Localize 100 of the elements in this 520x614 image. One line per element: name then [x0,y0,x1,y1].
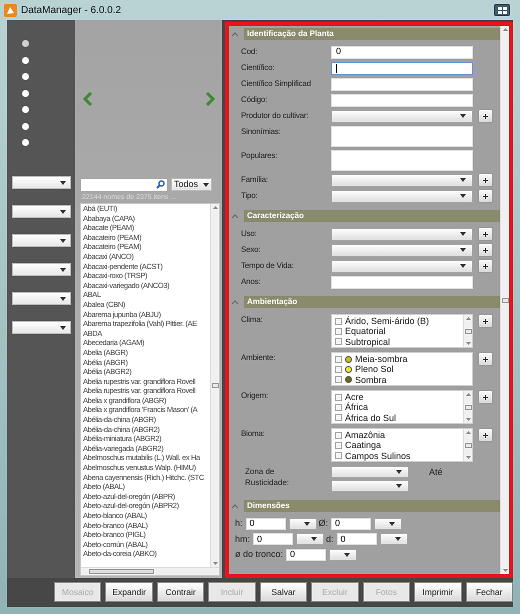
dropdown[interactable] [296,533,324,546]
radio-button[interactable] [22,90,29,96]
scrollbar[interactable] [463,391,472,423]
collapse-icon[interactable] [229,300,241,304]
field-label: Produtor do cultivar: [241,110,310,122]
filter-dropdown[interactable] [12,263,71,276]
number-field[interactable]: 0 [331,518,372,530]
dropdown-caret-icon [344,552,350,557]
section-header[interactable]: Identificação da Planta [244,28,500,40]
action-button[interactable]: Fechar [466,582,513,602]
checklist[interactable]: Amazônia Caatinga Campos Sulinos [331,428,473,462]
scroll-down-icon [212,562,218,565]
checklist[interactable]: Árido, Semi-árido (B) Equatorial Subtropical [331,314,473,348]
field-label: Clima: [241,314,264,326]
dropdown-caret-icon [60,238,66,242]
dropdown[interactable] [329,548,358,561]
add-button[interactable] [478,390,493,404]
checkbox[interactable] [335,366,342,373]
section-header[interactable]: Dimensões [244,500,500,512]
collapse-icon[interactable] [229,32,241,36]
checkbox[interactable] [335,394,342,401]
plus-icon [483,264,488,268]
checkbox[interactable] [335,376,342,384]
number-field[interactable]: 0 [286,548,326,561]
radio-button[interactable] [22,122,29,130]
number-field[interactable]: 0 [246,518,286,530]
scrollbar[interactable] [463,429,472,461]
checklist[interactable]: Acre África África do Sul [331,390,473,424]
window-button[interactable] [494,4,510,16]
dimension-label: h: [235,517,243,530]
checkbox[interactable] [335,328,342,335]
add-button[interactable] [478,109,493,123]
number-field[interactable]: 0 [336,533,377,546]
dropdown[interactable] [288,518,317,530]
number-field[interactable]: 0 [253,533,294,546]
checkbox[interactable] [335,404,342,411]
scrollbar[interactable] [500,26,509,574]
section-header[interactable]: Ambientação [244,296,500,308]
checkbox[interactable] [335,338,342,346]
radio-button[interactable] [22,40,29,47]
search-field[interactable] [81,178,167,190]
collapse-icon[interactable] [229,504,241,508]
field-label: Anos: [241,276,262,288]
scroll-thumb[interactable] [464,442,472,448]
option-label: África do Sul [345,412,396,423]
dropdown-caret-icon [60,268,66,272]
add-button[interactable] [478,352,493,366]
radio-button[interactable] [22,139,29,146]
text-area[interactable] [331,150,473,171]
dropdown-caret-icon [396,470,402,474]
field-label: Bioma: [241,428,266,440]
text-field[interactable]: 0 [331,46,473,58]
field-label: Tipo: [241,190,258,202]
filter-dropdown[interactable] [12,176,71,189]
action-button[interactable]: Contrair [156,582,204,602]
add-button[interactable] [478,259,493,273]
radio-button[interactable] [22,106,29,113]
add-button[interactable] [478,189,493,203]
option-label: Subtropical [345,336,390,347]
action-button[interactable]: Expandir [105,582,153,602]
scroll-thumb[interactable] [464,328,472,334]
checkbox[interactable] [335,442,342,449]
add-button[interactable] [478,227,493,241]
checkbox[interactable] [335,318,342,325]
filter-dropdown[interactable] [12,321,71,334]
radio-button[interactable] [22,56,29,64]
checklist[interactable]: Meia-sombra Pleno Sol Sombra [331,352,473,386]
action-button[interactable]: Salvar [260,582,308,602]
filter-dropdown[interactable]: Todos [171,178,212,191]
scroll-thumb[interactable] [89,569,154,574]
scrollbar[interactable] [463,315,472,347]
scrollbar[interactable] [210,204,219,567]
add-button[interactable] [478,173,493,187]
checkbox[interactable] [335,356,342,363]
filter-dropdown[interactable] [12,205,71,218]
radio-button[interactable] [22,73,29,80]
text-area[interactable] [331,126,473,147]
dropdown[interactable] [380,533,408,546]
checkbox[interactable] [335,432,342,439]
scroll-thumb[interactable] [212,383,218,388]
filter-dropdown[interactable] [12,234,71,247]
dropdown-caret-icon [460,248,466,252]
plant-list[interactable] [80,203,220,576]
add-button[interactable] [478,428,493,442]
filter-dropdown[interactable] [12,292,71,305]
add-button[interactable] [478,243,493,257]
add-button[interactable] [478,314,493,328]
text-field[interactable] [331,62,473,74]
plus-icon [483,248,488,252]
checkbox[interactable] [335,414,342,422]
action-button[interactable]: Imprimir [414,582,462,602]
dropdown[interactable] [374,518,402,530]
collapse-icon[interactable] [229,214,241,218]
scroll-thumb[interactable] [502,298,508,302]
to-label: Até [429,466,443,479]
section-header[interactable]: Caracterização [244,210,500,222]
horizontal-scrollbar[interactable] [81,567,219,575]
checkbox[interactable] [335,452,342,460]
scroll-thumb[interactable] [464,404,472,410]
dropdown-caret-icon [60,180,66,184]
